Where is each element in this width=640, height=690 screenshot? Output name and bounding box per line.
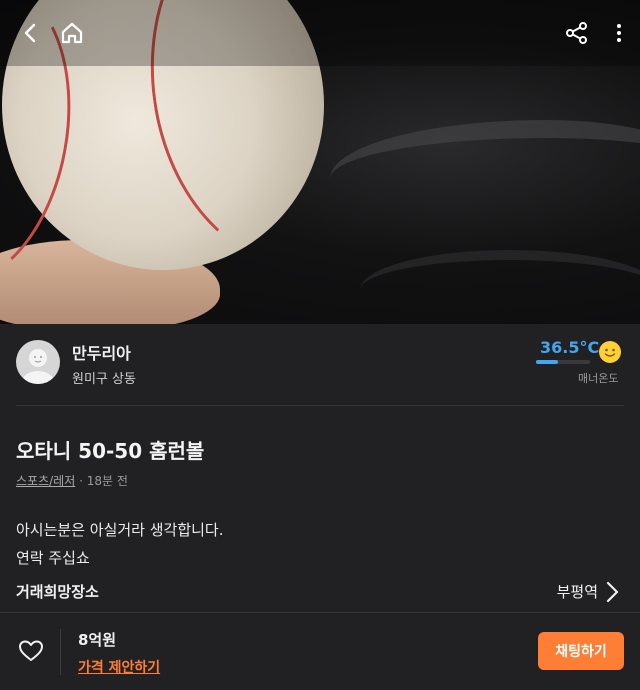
- manner-temperature-value: 36.5°C: [540, 338, 600, 357]
- seller-profile[interactable]: 만두리아 원미구 상동 36.5°C 매너온도: [0, 324, 640, 406]
- post-meta: 스포츠/레저 · 18분 전: [16, 472, 128, 489]
- price: 8억원: [78, 631, 117, 649]
- more-button[interactable]: [604, 18, 634, 48]
- trade-place-row[interactable]: 거래희망장소 부평역: [16, 578, 624, 608]
- description-line: 연락 주십쇼: [16, 549, 90, 567]
- home-button[interactable]: [57, 18, 87, 48]
- photo-background-detail-2: [360, 250, 640, 324]
- more-vertical-icon: [617, 24, 621, 42]
- manner-temperature-bar: [536, 360, 590, 364]
- share-icon: [566, 22, 587, 44]
- seller-location: 원미구 상동: [72, 372, 136, 387]
- back-button[interactable]: [16, 18, 46, 48]
- post-title: 오타니 50-50 홈런볼: [16, 439, 205, 463]
- bar-divider: [60, 629, 61, 675]
- section-divider: [16, 405, 624, 406]
- product-photo[interactable]: [0, 0, 640, 324]
- home-icon: [61, 22, 83, 44]
- seller-name[interactable]: 만두리아: [72, 340, 131, 364]
- description-line: 아시는분은 아실거라 생각합니다.: [16, 521, 224, 539]
- chevron-right-icon: [606, 581, 619, 603]
- post-time: · 18분 전: [75, 474, 128, 488]
- trade-place-label: 거래희망장소: [16, 583, 99, 601]
- post-description: 아시는분은 아실거라 생각합니다. 연락 주십쇼: [16, 516, 224, 572]
- share-button[interactable]: [562, 18, 592, 48]
- heart-icon[interactable]: [18, 639, 44, 663]
- smile-icon: [599, 341, 621, 363]
- chevron-left-icon: [24, 23, 36, 43]
- avatar[interactable]: [16, 340, 60, 384]
- post-category-link[interactable]: 스포츠/레저: [16, 474, 75, 488]
- bottom-action-bar: 8억원 가격 제안하기 채팅하기: [0, 612, 640, 690]
- price-offer-link[interactable]: 가격 제안하기: [78, 657, 160, 677]
- manner-temperature-label[interactable]: 매너온도: [578, 370, 618, 386]
- top-navigation-bar: [0, 0, 640, 66]
- default-avatar-icon: [22, 349, 54, 384]
- chat-button[interactable]: 채팅하기: [538, 632, 624, 670]
- trade-place-value: 부평역: [556, 583, 598, 601]
